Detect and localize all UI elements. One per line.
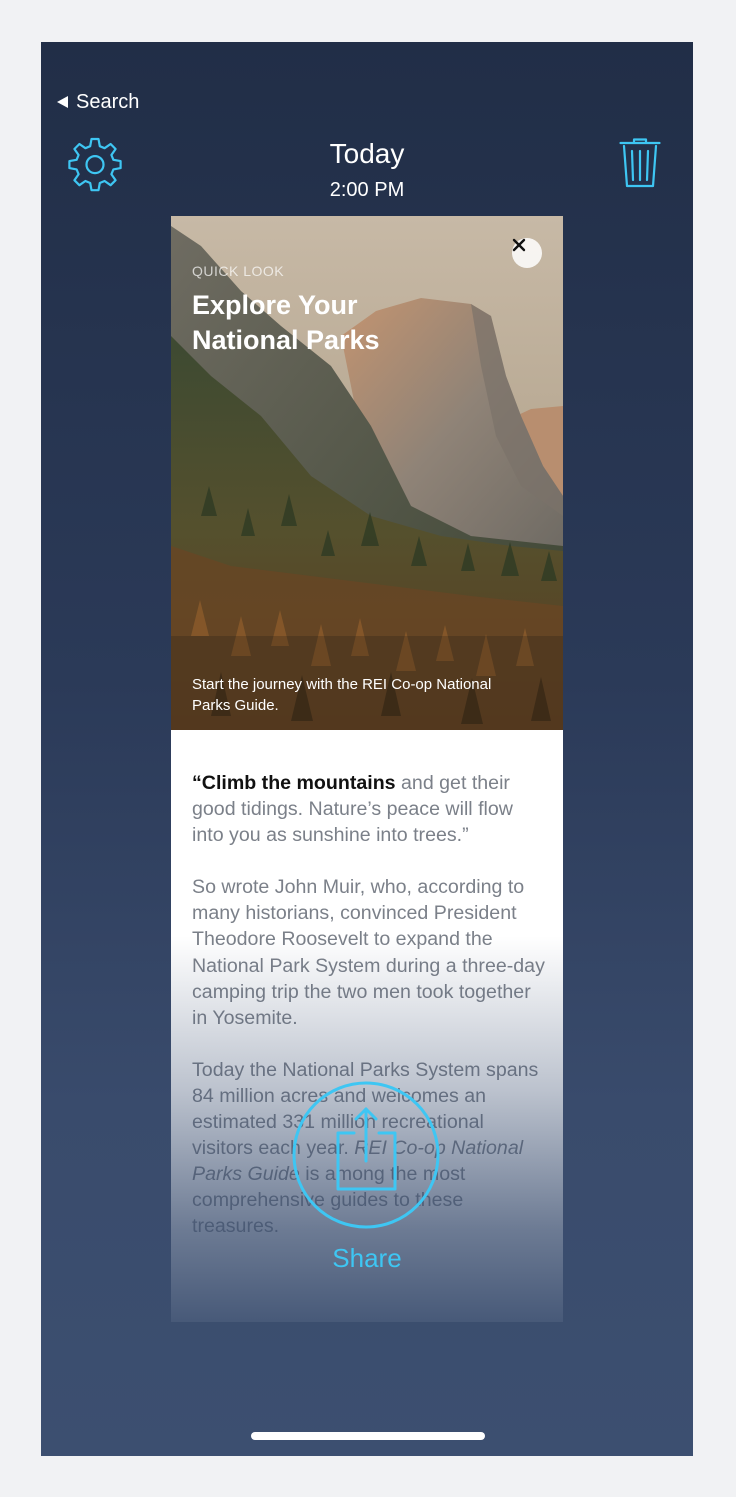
back-button[interactable]: Search [57, 90, 139, 114]
close-icon [512, 238, 526, 252]
card-caption: Start the journey with the REI Co-op Nat… [192, 676, 492, 714]
phone-screen: Search Today 2:00 PM QUICK LOOK Explore … [41, 42, 693, 1456]
page-time: 2:00 PM [329, 179, 405, 201]
quote-paragraph: “Climb the mountains and get their good … [192, 770, 548, 848]
back-label: Search [76, 90, 140, 113]
headline-line-2: National Parks [192, 325, 380, 355]
home-indicator[interactable] [251, 1432, 485, 1440]
share-button[interactable] [292, 1081, 440, 1229]
card-headline: Explore Your National Parks [192, 288, 492, 358]
headline-line-1: Explore Your [192, 290, 358, 320]
card-eyebrow: QUICK LOOK [192, 263, 285, 279]
hero-image: QUICK LOOK Explore Your National Parks S… [171, 216, 563, 730]
share-icon [336, 1107, 397, 1191]
quote-bold: “Climb the mountains [192, 772, 396, 794]
paragraph-2: So wrote John Muir, who, according to ma… [192, 876, 545, 1029]
page-title: Today [329, 138, 405, 169]
back-arrow-icon [57, 96, 68, 108]
trash-icon[interactable] [619, 138, 661, 188]
share-label[interactable]: Share [41, 1243, 693, 1274]
close-button[interactable] [512, 238, 542, 268]
